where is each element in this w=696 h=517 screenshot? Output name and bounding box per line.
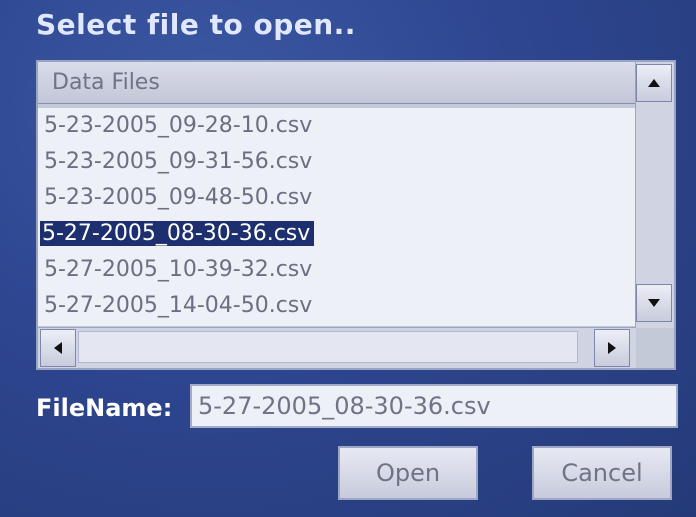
scroll-left-button[interactable]	[40, 329, 76, 367]
vertical-scrollbar[interactable]	[635, 62, 674, 328]
scroll-up-arrow-icon	[648, 79, 660, 87]
scroll-left-arrow-icon	[54, 342, 62, 354]
list-item[interactable]: 5-27-2005_10-39-32.csv	[38, 252, 636, 288]
file-list-box: Data Files 5-23-2005_09-28-10.csv 5-23-2…	[36, 60, 676, 370]
list-item[interactable]: 5-23-2005_09-31-56.csv	[38, 144, 636, 180]
list-item-selected[interactable]: 5-27-2005_08-30-36.csv	[38, 216, 636, 252]
list-item[interactable]: 5-27-2005_14-04-50.csv	[38, 288, 636, 324]
file-list: 5-23-2005_09-28-10.csv 5-23-2005_09-31-5…	[38, 108, 636, 326]
scroll-down-button[interactable]	[636, 284, 672, 322]
scroll-down-arrow-icon	[648, 299, 660, 307]
list-item[interactable]: 5-23-2005_09-48-50.csv	[38, 180, 636, 216]
list-item[interactable]: 5-23-2005_09-28-10.csv	[38, 108, 636, 144]
scroll-up-button[interactable]	[636, 64, 672, 102]
file-open-dialog: Select file to open.. Data Files 5-23-20…	[0, 0, 696, 517]
scrollbar-corner	[636, 328, 674, 368]
scroll-right-button[interactable]	[594, 329, 630, 367]
list-header[interactable]: Data Files	[38, 62, 636, 104]
cancel-button[interactable]: Cancel	[532, 446, 672, 500]
scroll-right-arrow-icon	[608, 342, 616, 354]
scrollbar-thumb[interactable]	[78, 331, 578, 363]
open-button[interactable]: Open	[338, 446, 478, 500]
filename-input[interactable]	[190, 384, 678, 428]
filename-label: FileName:	[36, 394, 173, 422]
dialog-title: Select file to open..	[36, 8, 356, 41]
horizontal-scrollbar[interactable]	[38, 327, 636, 368]
